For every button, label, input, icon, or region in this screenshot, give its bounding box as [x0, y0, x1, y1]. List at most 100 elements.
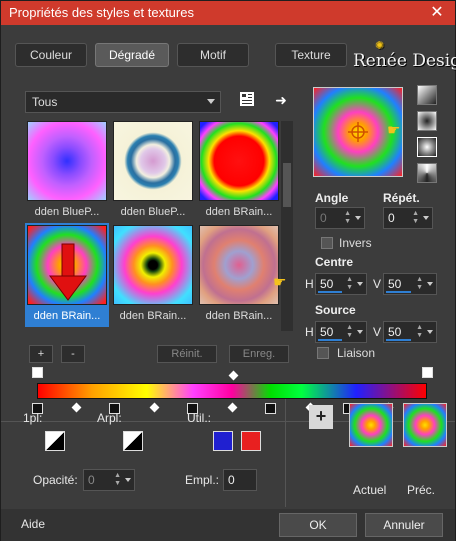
- gradient-thumbnail: [27, 121, 107, 201]
- gradient-swatch-selected[interactable]: dden BRain...: [25, 223, 109, 327]
- center-v-level: [386, 291, 411, 293]
- add-stop-button[interactable]: +: [309, 405, 333, 429]
- footer-bar: Aide OK Annuler: [1, 509, 455, 541]
- close-icon[interactable]: ✕: [427, 1, 447, 25]
- source-v-label: V: [373, 325, 382, 339]
- chevron-down-icon[interactable]: [427, 330, 433, 334]
- gradient-thumbnail: [199, 121, 279, 201]
- chevron-down-icon[interactable]: [427, 282, 433, 286]
- chevron-down-icon[interactable]: [125, 478, 131, 482]
- angle-spinner[interactable]: 0 ▲ ▼: [315, 207, 365, 229]
- tab-texture[interactable]: Texture: [275, 43, 347, 67]
- add-gradient-button[interactable]: +: [29, 345, 53, 363]
- chevron-down-icon: [207, 99, 215, 104]
- rectangular-type-button[interactable]: [417, 111, 437, 131]
- use-color-left[interactable]: [213, 431, 233, 451]
- help-link[interactable]: Aide: [21, 517, 45, 531]
- tab-degrade[interactable]: Dégradé: [95, 43, 169, 67]
- divider: [285, 399, 286, 507]
- gradient-thumbnail: [27, 225, 107, 305]
- gradient-grid: dden BlueP... dden BlueP... dden BRain..…: [25, 119, 281, 329]
- gradient-swatch[interactable]: dden BRain...: [197, 119, 281, 223]
- up-down-icon[interactable]: ▲ ▼: [416, 276, 423, 292]
- list-view-icon[interactable]: [237, 91, 257, 111]
- repeat-label: Répét.: [383, 191, 420, 205]
- up-down-icon[interactable]: ▲ ▼: [346, 324, 353, 340]
- gradient-swatch[interactable]: dden BRain...: [197, 223, 281, 327]
- category-dropdown[interactable]: Tous: [25, 91, 221, 113]
- use-color-right[interactable]: [241, 431, 261, 451]
- ok-button[interactable]: OK: [279, 513, 357, 537]
- first-plane-label: 1pl:: [23, 411, 43, 425]
- invert-label: Invers: [339, 236, 372, 250]
- back-plane-swatch[interactable]: [123, 431, 143, 451]
- center-h-spinner[interactable]: 50 ▲ ▼: [315, 273, 367, 295]
- tab-motif[interactable]: Motif: [177, 43, 249, 67]
- pointing-hand-icon: ☛: [273, 274, 287, 291]
- up-down-icon[interactable]: ▲ ▼: [416, 324, 423, 340]
- radial-type-button[interactable]: [417, 137, 437, 157]
- tab-bar: Couleur Dégradé Motif Texture ✺ Renée De…: [1, 37, 456, 77]
- pointing-hand-icon: ☛: [387, 122, 401, 139]
- opacity-label: Opacité:: [33, 473, 78, 487]
- gradient-thumbnail: [113, 225, 193, 305]
- gradient-library-panel: Tous ➜ dden BlueP... dden BlueP... dden …: [15, 81, 297, 381]
- dialog-window: Propriétés des styles et textures ✕ Coul…: [0, 0, 456, 541]
- center-label: Centre: [315, 255, 354, 269]
- chevron-down-icon[interactable]: [357, 282, 363, 286]
- invert-checkbox[interactable]: [321, 237, 333, 249]
- repeat-spinner[interactable]: 0 ▲ ▼: [383, 207, 433, 229]
- up-down-icon[interactable]: ▲ ▼: [344, 210, 351, 226]
- arrow-right-icon[interactable]: ➜: [271, 90, 291, 110]
- center-v-label: V: [373, 277, 382, 291]
- gradient-swatch[interactable]: dden BRain...: [111, 223, 195, 327]
- chevron-down-icon[interactable]: [423, 216, 429, 220]
- gradient-swatch[interactable]: dden BlueP...: [25, 119, 109, 223]
- link-label: Liaison: [337, 346, 376, 360]
- gradient-swatch[interactable]: dden BlueP...: [111, 119, 195, 223]
- current-gradient-swatch[interactable]: [349, 403, 393, 447]
- brand-logo: ✺ Renée Design: [353, 39, 456, 71]
- linear-type-button[interactable]: [417, 85, 437, 105]
- source-label: Source: [315, 303, 356, 317]
- remove-gradient-button[interactable]: -: [61, 345, 85, 363]
- source-v-level: [386, 339, 411, 341]
- gradient-editor-bar[interactable]: [37, 383, 427, 399]
- use-label: Util.:: [187, 411, 211, 425]
- opacity-stop[interactable]: [32, 367, 43, 378]
- link-checkbox[interactable]: [317, 347, 329, 359]
- chevron-down-icon[interactable]: [357, 330, 363, 334]
- gradient-properties-panel: ☛ Angle Répét. 0 ▲ ▼ 0 ▲ ▼ Invers Centre H…: [305, 81, 451, 381]
- gradient-thumbnail: [113, 121, 193, 201]
- center-h-level: [318, 291, 342, 293]
- window-title: Propriétés des styles et textures: [9, 5, 194, 20]
- angle-label: Angle: [315, 191, 349, 205]
- source-h-spinner[interactable]: 50 ▲ ▼: [315, 321, 367, 343]
- up-down-icon[interactable]: ▲ ▼: [412, 210, 419, 226]
- scrollbar-thumb[interactable]: [283, 163, 291, 207]
- previous-label: Préc.: [407, 483, 436, 497]
- library-scrollbar[interactable]: [281, 121, 293, 331]
- first-plane-swatch[interactable]: [45, 431, 65, 451]
- cancel-button[interactable]: Annuler: [365, 513, 443, 537]
- location-label: Empl.:: [185, 473, 220, 487]
- previous-gradient-swatch[interactable]: [403, 403, 447, 447]
- source-v-spinner[interactable]: 50 ▲ ▼: [383, 321, 437, 343]
- location-field[interactable]: 0: [223, 469, 257, 491]
- gradient-thumbnail: [199, 225, 279, 305]
- opacity-spinner[interactable]: 0 ▲ ▼: [83, 469, 135, 491]
- reset-button[interactable]: Réinit.: [157, 345, 217, 363]
- up-down-icon[interactable]: ▲ ▼: [114, 472, 121, 488]
- center-h-label: H: [305, 277, 314, 291]
- center-v-spinner[interactable]: 50 ▲ ▼: [383, 273, 437, 295]
- back-plane-label: Arpl:: [97, 411, 122, 425]
- source-h-level: [318, 339, 342, 341]
- up-down-icon[interactable]: ▲ ▼: [346, 276, 353, 292]
- chevron-down-icon[interactable]: [355, 216, 361, 220]
- sunburst-type-button[interactable]: [417, 163, 437, 183]
- save-button[interactable]: Enreg.: [229, 345, 289, 363]
- tab-couleur[interactable]: Couleur: [15, 43, 87, 67]
- arrow-down-icon: [49, 243, 87, 301]
- source-h-label: H: [305, 325, 314, 339]
- title-bar: Propriétés des styles et textures ✕: [1, 1, 455, 25]
